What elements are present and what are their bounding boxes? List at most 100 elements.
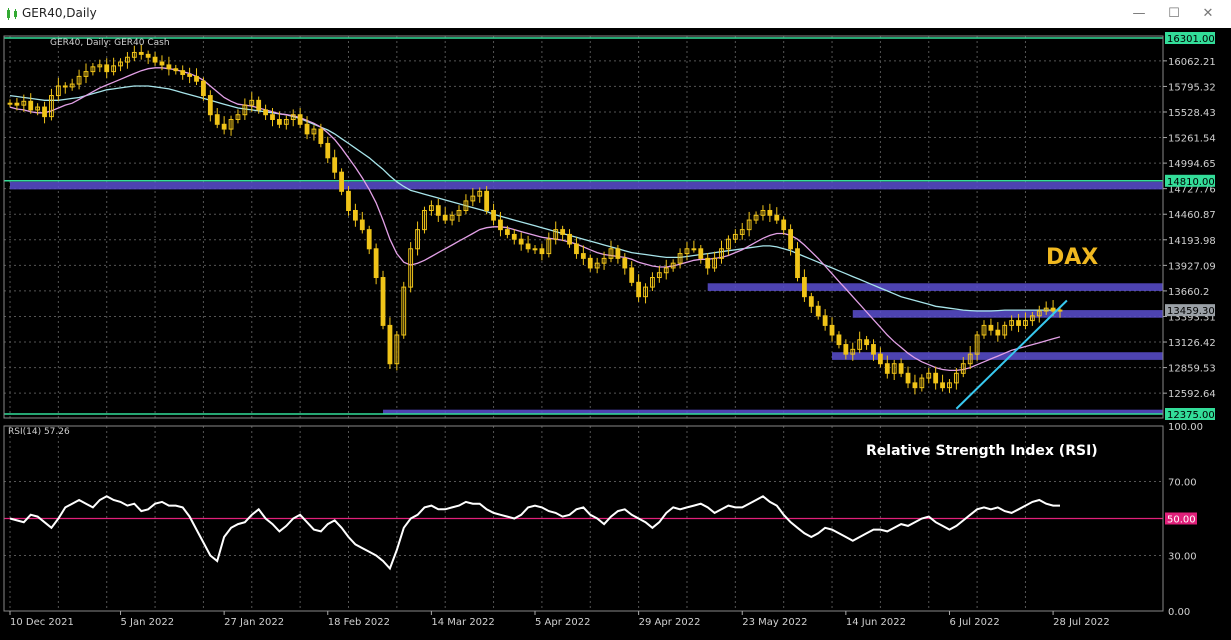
chart-background bbox=[0, 28, 1231, 640]
candle-body bbox=[622, 257, 628, 269]
candle-body bbox=[843, 344, 849, 355]
candle-body bbox=[504, 229, 510, 235]
candle-body bbox=[387, 324, 393, 365]
rsi-label: RSI(14) 57.26 bbox=[8, 427, 70, 437]
candle-body bbox=[587, 257, 593, 269]
rsi-level-label: 50.00 bbox=[1167, 515, 1196, 526]
minimize-icon[interactable]: — bbox=[1128, 5, 1150, 23]
candle-body bbox=[691, 248, 697, 251]
x-tick-label: 5 Jan 2022 bbox=[121, 617, 175, 628]
zone-band bbox=[10, 181, 1163, 190]
rsi-tick-label: 70.00 bbox=[1168, 478, 1197, 489]
y-tick-label: 13927.09 bbox=[1168, 261, 1216, 272]
price-tag-label: 13459.30 bbox=[1167, 306, 1215, 317]
candle-body bbox=[705, 257, 711, 269]
candle-body bbox=[318, 128, 324, 144]
candle-body bbox=[270, 114, 275, 121]
y-tick-label: 16062.21 bbox=[1168, 57, 1216, 68]
x-tick-label: 6 Jul 2022 bbox=[949, 617, 999, 628]
candle-body bbox=[1016, 320, 1021, 326]
candle-body bbox=[484, 190, 490, 211]
candle-body bbox=[1057, 309, 1063, 312]
candle-body bbox=[829, 324, 835, 336]
rsi-tick-label: 30.00 bbox=[1168, 552, 1197, 563]
x-tick-label: 18 Feb 2022 bbox=[328, 617, 390, 628]
candle-body bbox=[877, 353, 883, 365]
candle-body bbox=[532, 248, 538, 251]
candle-body bbox=[159, 61, 165, 66]
candle-body bbox=[194, 75, 199, 82]
y-tick-label: 15261.54 bbox=[1168, 134, 1216, 145]
candle-body bbox=[339, 171, 344, 192]
close-icon[interactable]: ✕ bbox=[1197, 5, 1219, 23]
candle-body bbox=[491, 209, 496, 221]
candle-body bbox=[988, 324, 994, 331]
candle-body bbox=[173, 68, 179, 72]
x-tick-label: 14 Jun 2022 bbox=[846, 617, 906, 628]
candle-body bbox=[332, 157, 338, 173]
candle-body bbox=[214, 114, 220, 125]
candle-body bbox=[138, 51, 144, 55]
candle-body bbox=[498, 219, 503, 231]
candle-body bbox=[304, 123, 310, 135]
price-tag-label: 14810.00 bbox=[1167, 177, 1215, 188]
candle-body bbox=[442, 214, 448, 221]
x-tick-label: 29 Apr 2022 bbox=[639, 617, 701, 628]
rsi-annotation: Relative Strength Index (RSI) bbox=[866, 443, 1098, 459]
y-tick-label: 12592.64 bbox=[1168, 389, 1216, 400]
window-titlebar: GER40,Daily — ☐ ✕ bbox=[0, 0, 1231, 29]
candle-body bbox=[539, 248, 545, 255]
candle-body bbox=[615, 248, 621, 259]
price-tag-label: 16301.00 bbox=[1167, 34, 1215, 45]
candle-body bbox=[802, 277, 807, 298]
candle-body bbox=[905, 372, 911, 384]
candle-body bbox=[263, 109, 268, 116]
candle-body bbox=[518, 238, 524, 245]
candle-body bbox=[815, 305, 821, 317]
candle-body bbox=[580, 253, 586, 259]
y-tick-label: 15528.43 bbox=[1168, 108, 1216, 119]
x-tick-label: 28 Jul 2022 bbox=[1053, 617, 1110, 628]
candle-body bbox=[995, 329, 1001, 336]
candle-body bbox=[781, 219, 787, 231]
candle-body bbox=[104, 64, 110, 73]
candle-body bbox=[373, 248, 379, 279]
zone-band bbox=[852, 310, 1163, 318]
candle-body bbox=[864, 339, 869, 346]
window-title: GER40,Daily bbox=[22, 6, 97, 20]
candle-body bbox=[884, 363, 890, 374]
candle-body bbox=[28, 100, 34, 111]
rsi-tick-label: 0.00 bbox=[1168, 607, 1190, 618]
candle-body bbox=[207, 95, 213, 116]
candle-body bbox=[180, 70, 186, 75]
y-tick-label: 14193.98 bbox=[1168, 236, 1216, 247]
candle-body bbox=[359, 219, 365, 231]
candle-body bbox=[187, 73, 193, 77]
dax-annotation: DAX bbox=[1046, 245, 1098, 270]
candle-body bbox=[822, 315, 828, 326]
candle-body bbox=[256, 99, 262, 111]
chart-canvas[interactable]: 50.00 16062.21 15795.32 15528.43 15261.54 14… bbox=[0, 28, 1231, 640]
candle-body bbox=[380, 277, 386, 326]
candle-body bbox=[912, 382, 918, 389]
y-tick-label: 13660.2 bbox=[1168, 287, 1209, 298]
candle-body bbox=[201, 80, 206, 97]
candle-body bbox=[166, 64, 172, 70]
y-tick-label: 15795.32 bbox=[1168, 82, 1216, 93]
candle-body bbox=[774, 214, 780, 221]
candle-body bbox=[808, 296, 814, 307]
x-tick-label: 10 Dec 2021 bbox=[10, 617, 74, 628]
candle-body bbox=[767, 209, 773, 216]
candle-body bbox=[62, 85, 68, 88]
candle-body bbox=[898, 363, 904, 374]
y-tick-label: 14994.65 bbox=[1168, 159, 1216, 170]
candle-body bbox=[277, 119, 282, 125]
candle-body bbox=[1050, 307, 1056, 312]
y-tick-label: 14460.87 bbox=[1168, 210, 1216, 221]
maximize-icon[interactable]: ☐ bbox=[1163, 5, 1185, 23]
price-tag-label: 12375.00 bbox=[1167, 410, 1215, 421]
candle-body bbox=[560, 229, 566, 235]
x-tick-label: 5 Apr 2022 bbox=[535, 617, 590, 628]
candle-body bbox=[940, 382, 945, 389]
candle-body bbox=[629, 267, 635, 283]
